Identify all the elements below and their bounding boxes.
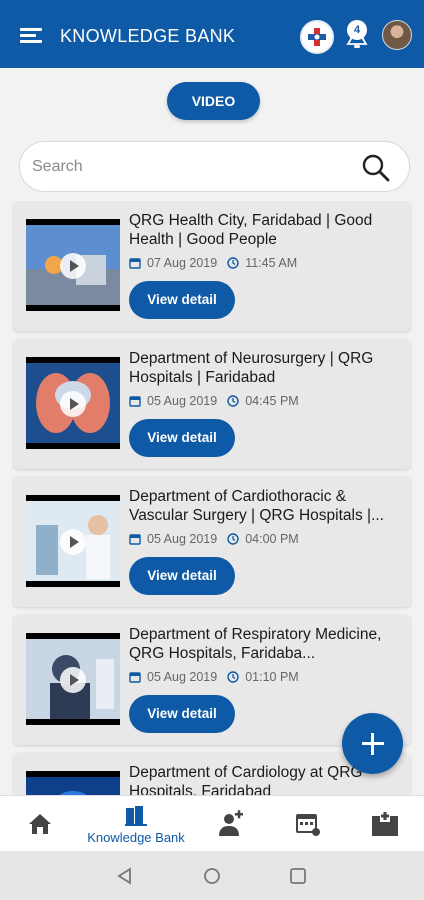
search-input[interactable]: [32, 152, 352, 182]
home-icon: [29, 814, 51, 834]
item-time: 04:45 PM: [245, 394, 299, 408]
item-meta: 05 Aug 2019 01:10 PM: [129, 670, 299, 684]
play-icon: [60, 391, 86, 417]
search-bar: [19, 141, 410, 192]
play-icon: [60, 667, 86, 693]
video-thumbnail[interactable]: [26, 771, 120, 795]
item-title: Department of Respiratory Medicine, QRG …: [129, 626, 382, 662]
menu-icon[interactable]: [20, 28, 42, 44]
recents-icon[interactable]: [289, 867, 307, 885]
appointment-icon: [296, 814, 320, 836]
home-circle-icon[interactable]: [203, 867, 221, 885]
avatar[interactable]: [382, 20, 412, 50]
nav-doctors[interactable]: [214, 796, 246, 852]
notification-badge: 4: [347, 20, 367, 40]
item-time: 11:45 AM: [245, 256, 298, 270]
hospital-logo-icon[interactable]: [300, 20, 334, 54]
play-icon: [60, 253, 86, 279]
video-thumbnail[interactable]: [26, 219, 120, 311]
view-detail-button[interactable]: View detail: [129, 557, 235, 595]
bottom-navigation: Knowledge Bank: [0, 795, 424, 851]
play-icon: [60, 529, 86, 555]
notification-bell[interactable]: 4: [344, 18, 370, 52]
search-icon[interactable]: [361, 153, 391, 183]
item-meta: 05 Aug 2019 04:00 PM: [129, 532, 299, 546]
item-date: 05 Aug 2019: [147, 532, 218, 546]
item-time: 04:00 PM: [245, 532, 299, 546]
video-thumbnail[interactable]: [26, 495, 120, 587]
video-thumbnail[interactable]: [26, 357, 120, 449]
system-navigation-bar: [0, 851, 424, 900]
view-detail-button[interactable]: View detail: [129, 419, 235, 457]
thumbnail-image: [26, 777, 120, 795]
clock-icon: [227, 533, 239, 545]
item-date: 05 Aug 2019: [147, 394, 218, 408]
video-list: QRG Health City, Faridabad | Good Health…: [12, 201, 412, 795]
calendar-icon: [129, 672, 141, 683]
item-date: 07 Aug 2019: [147, 256, 218, 270]
nav-appointments[interactable]: [292, 796, 324, 852]
list-item[interactable]: QRG Health City, Faridabad | Good Health…: [12, 201, 412, 331]
tab-video[interactable]: VIDEO: [167, 82, 260, 120]
item-meta: 07 Aug 2019 11:45 AM: [129, 256, 297, 270]
knowledge-bank-icon: [125, 805, 147, 826]
video-thumbnail[interactable]: [26, 633, 120, 725]
nav-knowledge-bank[interactable]: Knowledge Bank: [76, 796, 196, 852]
calendar-icon: [129, 534, 141, 545]
item-time: 01:10 PM: [245, 670, 299, 684]
view-detail-button[interactable]: View detail: [129, 281, 235, 319]
hospital-icon: [372, 812, 398, 836]
item-title: Department of Cardiothoracic & Vascular …: [129, 488, 384, 524]
view-detail-button[interactable]: View detail: [129, 695, 235, 733]
list-item[interactable]: Department of Neurosurgery | QRG Hospita…: [12, 339, 412, 469]
item-date: 05 Aug 2019: [147, 670, 218, 684]
nav-hospitals[interactable]: [368, 796, 402, 852]
list-item[interactable]: Department of Cardiothoracic & Vascular …: [12, 477, 412, 607]
nav-label-knowledge-bank: Knowledge Bank: [87, 829, 185, 845]
doctor-icon: [219, 810, 243, 836]
item-title: Department of Neurosurgery | QRG Hospita…: [129, 350, 374, 386]
nav-home[interactable]: [22, 796, 58, 852]
calendar-icon: [129, 258, 141, 269]
clock-icon: [227, 257, 239, 269]
back-icon[interactable]: [116, 867, 134, 885]
app-bar: KNOWLEDGE BANK 4: [0, 0, 424, 68]
add-button[interactable]: [342, 713, 403, 774]
item-title: QRG Health City, Faridabad | Good Health…: [129, 212, 373, 248]
clock-icon: [227, 671, 239, 683]
page-title: KNOWLEDGE BANK: [60, 26, 236, 46]
clock-icon: [227, 395, 239, 407]
item-meta: 05 Aug 2019 04:45 PM: [129, 394, 299, 408]
calendar-icon: [129, 396, 141, 407]
